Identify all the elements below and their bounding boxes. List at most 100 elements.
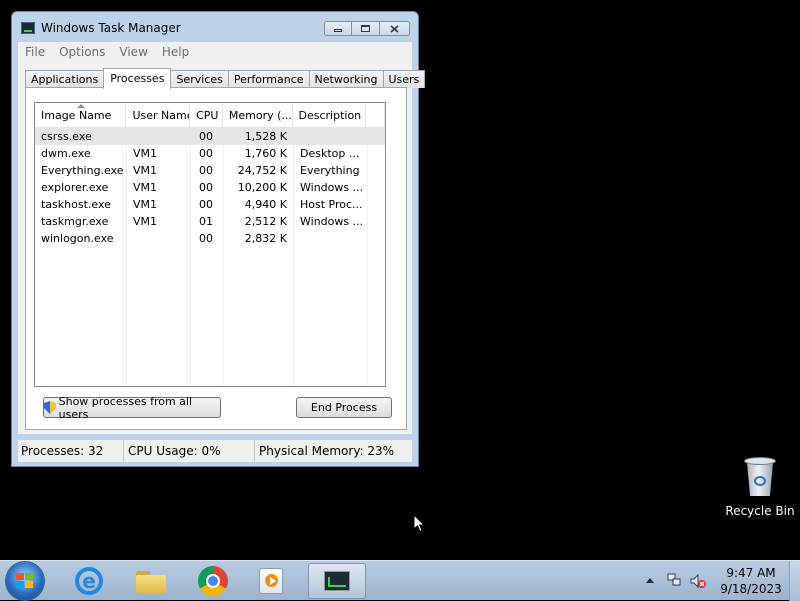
- show-desktop-button[interactable]: [789, 561, 800, 601]
- cell-memory: 1,760 K: [244, 147, 287, 160]
- show-all-processes-button[interactable]: Show processes from all users: [43, 394, 221, 421]
- cell-image-name: dwm.exe: [41, 147, 91, 160]
- cell-memory: 24,752 K: [237, 164, 287, 177]
- tab-performance[interactable]: Performance: [227, 70, 310, 88]
- cell-memory: 2,512 K: [244, 215, 287, 228]
- table-row[interactable]: taskmgr.exe VM1 01 2,512 K Windows ...: [35, 213, 385, 230]
- taskbar: e 9:47 AM 9/18/2023: [0, 560, 800, 601]
- start-button[interactable]: [6, 562, 44, 600]
- cell-description: [294, 128, 368, 145]
- end-process-button[interactable]: End Process: [296, 397, 392, 418]
- cell-cpu: 00: [199, 198, 213, 211]
- folder-icon: [136, 569, 166, 593]
- cell-cpu: 00: [199, 164, 213, 177]
- cell-user-name: VM1: [133, 215, 158, 228]
- table-row[interactable]: taskhost.exe VM1 00 4,940 K Host Proc...: [35, 196, 385, 213]
- tab-services[interactable]: Services: [170, 70, 229, 88]
- tab-networking[interactable]: Networking: [308, 70, 384, 88]
- column-user-name[interactable]: User Name: [126, 103, 191, 127]
- cell-image-name: csrss.exe: [41, 130, 92, 143]
- cell-cpu: 00: [199, 232, 213, 245]
- status-physical-memory: Physical Memory: 23%: [259, 444, 395, 458]
- network-icon[interactable]: [667, 573, 681, 587]
- taskbar-media-player[interactable]: [244, 563, 298, 599]
- status-bar: Processes: 32 CPU Usage: 0% Physical Mem…: [18, 440, 412, 462]
- minimize-icon: [334, 29, 342, 32]
- cell-description: Everything: [300, 164, 360, 177]
- table-row[interactable]: Everything.exe VM1 00 24,752 K Everythin…: [35, 162, 385, 179]
- menu-file[interactable]: File: [18, 45, 52, 59]
- task-manager-window[interactable]: Windows Task Manager File Options View H…: [11, 11, 426, 467]
- tab-strip: Applications Processes Services Performa…: [25, 68, 426, 89]
- process-list[interactable]: Image Name User Name CPU Memory (... Des…: [34, 102, 386, 387]
- list-header: Image Name User Name CPU Memory (... Des…: [35, 103, 385, 128]
- cell-description: Windows ...: [300, 215, 364, 228]
- taskbar-clock[interactable]: 9:47 AM 9/18/2023: [716, 565, 786, 597]
- cell-user-name: VM1: [133, 147, 158, 160]
- cell-cpu: 00: [199, 130, 213, 143]
- close-icon: [390, 24, 399, 33]
- column-label: Image Name: [41, 109, 112, 122]
- column-description[interactable]: Description: [293, 103, 367, 127]
- maximize-icon: [361, 25, 370, 32]
- cell-memory: 4,940 K: [244, 198, 287, 211]
- windows-logo-icon: [16, 573, 34, 589]
- cell-image-name: taskmgr.exe: [41, 215, 109, 228]
- cell-memory: 10,200 K: [237, 181, 287, 194]
- window-title: Windows Task Manager: [41, 21, 181, 35]
- minimize-button[interactable]: [324, 21, 352, 36]
- maximize-button[interactable]: [352, 21, 380, 36]
- column-image-name[interactable]: Image Name: [35, 103, 127, 127]
- cell-memory: 2,832 K: [244, 232, 287, 245]
- cell-user-name: [127, 230, 191, 247]
- cell-cpu: 00: [199, 147, 213, 160]
- caption-buttons: [324, 21, 410, 36]
- table-row[interactable]: csrss.exe 00 1,528 K: [35, 128, 385, 145]
- cell-description: [294, 230, 368, 247]
- table-row[interactable]: explorer.exe VM1 00 10,200 K Windows ...: [35, 179, 385, 196]
- tab-users[interactable]: Users: [382, 70, 426, 88]
- task-manager-icon: [324, 571, 350, 591]
- menu-options[interactable]: Options: [52, 45, 112, 59]
- table-row[interactable]: winlogon.exe 00 2,832 K: [35, 230, 385, 247]
- taskbar-google-chrome[interactable]: [186, 563, 240, 599]
- cell-user-name: VM1: [133, 164, 158, 177]
- menu-bar: File Options View Help: [18, 42, 412, 62]
- taskbar-internet-explorer[interactable]: e: [62, 563, 116, 599]
- title-bar[interactable]: Windows Task Manager: [12, 12, 418, 42]
- cell-cpu: 00: [199, 181, 213, 194]
- menu-view[interactable]: View: [112, 45, 154, 59]
- clock-time: 9:47 AM: [726, 566, 776, 580]
- cell-user-name: [127, 128, 191, 145]
- task-manager-app-icon: [21, 22, 35, 34]
- internet-explorer-icon: e: [75, 567, 103, 595]
- menu-help[interactable]: Help: [155, 45, 196, 59]
- recycle-bin-icon: [743, 454, 777, 498]
- uac-shield-icon: [44, 401, 56, 414]
- show-all-processes-label: Show processes from all users: [58, 394, 193, 421]
- taskbar-file-explorer[interactable]: [124, 563, 178, 599]
- clock-date: 9/18/2023: [720, 582, 782, 596]
- tab-processes[interactable]: Processes: [103, 68, 172, 89]
- close-button[interactable]: [380, 21, 410, 36]
- cell-description: Host Proc...: [300, 198, 363, 211]
- column-memory[interactable]: Memory (...: [223, 103, 293, 127]
- recycle-bin-desktop-icon[interactable]: Recycle Bin: [724, 454, 796, 518]
- show-hidden-icons-arrow-icon[interactable]: [646, 578, 654, 583]
- status-cpu-usage: CPU Usage: 0%: [124, 440, 255, 462]
- column-filler: [366, 103, 385, 127]
- window-client-area: Applications Processes Services Performa…: [18, 62, 426, 434]
- table-row[interactable]: dwm.exe VM1 00 1,760 K Desktop ...: [35, 145, 385, 162]
- cell-image-name: Everything.exe: [41, 164, 124, 177]
- taskbar-task-manager[interactable]: [308, 563, 366, 599]
- column-cpu[interactable]: CPU: [190, 103, 223, 127]
- status-processes: Processes: 32: [18, 440, 124, 462]
- cell-image-name: explorer.exe: [41, 181, 109, 194]
- recycle-bin-label: Recycle Bin: [725, 504, 795, 518]
- chrome-icon: [198, 566, 228, 596]
- cell-image-name: taskhost.exe: [41, 198, 111, 211]
- list-body: csrss.exe 00 1,528 K dwm.exe VM1 00 1,76…: [35, 128, 385, 247]
- tab-applications[interactable]: Applications: [25, 70, 105, 88]
- media-player-icon: [259, 568, 283, 594]
- volume-muted-icon[interactable]: [690, 573, 706, 589]
